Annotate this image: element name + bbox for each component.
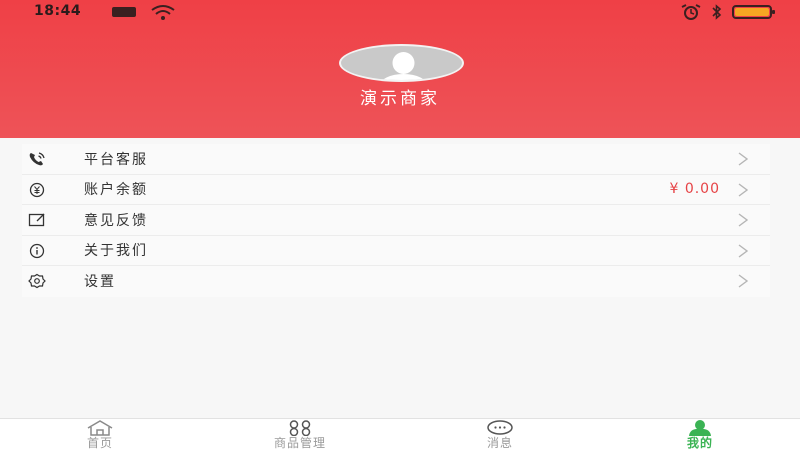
menu-item-feedback[interactable]: 意见反馈 (22, 205, 770, 236)
tab-home[interactable]: 首页 (60, 419, 140, 450)
tab-label: 消息 (486, 436, 513, 450)
alarm-icon (681, 4, 701, 20)
menu-item-label: 设置 (84, 274, 116, 291)
sim-card-icon (112, 7, 136, 17)
menu-item-about-us[interactable]: 关于我们 (22, 236, 770, 266)
chevron-right-icon (738, 243, 749, 258)
default-user-avatar-icon (382, 52, 425, 80)
bluetooth-icon (712, 4, 722, 20)
menu-item-account-balance[interactable]: 账户余额 ¥ 0.00 (22, 175, 770, 205)
profile-menu: 平台客服 账户余额 ¥ 0.00 意见反馈 关于我们 设置 (22, 144, 770, 297)
tab-label: 我的 (686, 436, 713, 450)
bottom-tab-bar: 首页 商品管理 消息 我的 (0, 418, 800, 450)
tab-product-management[interactable]: 商品管理 (240, 419, 360, 450)
menu-item-label: 账户余额 (84, 182, 148, 199)
avatar[interactable] (339, 44, 464, 82)
yuan-coin-icon (29, 182, 45, 197)
wifi-icon (151, 5, 175, 20)
feedback-edit-icon (28, 213, 45, 227)
gear-icon (28, 273, 46, 289)
menu-item-customer-service[interactable]: 平台客服 (22, 144, 770, 175)
menu-item-settings[interactable]: 设置 (22, 266, 770, 297)
chevron-right-icon (738, 182, 749, 197)
balance-value: ¥ 0.00 (669, 181, 720, 198)
chevron-right-icon (738, 213, 749, 227)
phone-icon (29, 152, 45, 166)
tab-label: 首页 (86, 436, 113, 450)
chevron-right-icon (738, 152, 749, 166)
profile-header: 18:44 演示商家 (0, 0, 800, 138)
menu-item-label: 平台客服 (84, 151, 148, 168)
status-right-group (680, 3, 775, 21)
info-icon (29, 243, 45, 258)
menu-item-label: 意见反馈 (84, 212, 148, 229)
merchant-name: 演示商家 (360, 89, 440, 109)
status-bar: 18:44 (0, 0, 800, 24)
chevron-right-icon (738, 274, 749, 288)
status-time: 18:44 (34, 3, 82, 19)
tab-messages[interactable]: 消息 (460, 419, 540, 450)
tab-mine[interactable]: 我的 (660, 419, 740, 450)
menu-item-label: 关于我们 (84, 243, 148, 260)
battery-icon (732, 5, 775, 19)
tab-label: 商品管理 (273, 436, 326, 450)
